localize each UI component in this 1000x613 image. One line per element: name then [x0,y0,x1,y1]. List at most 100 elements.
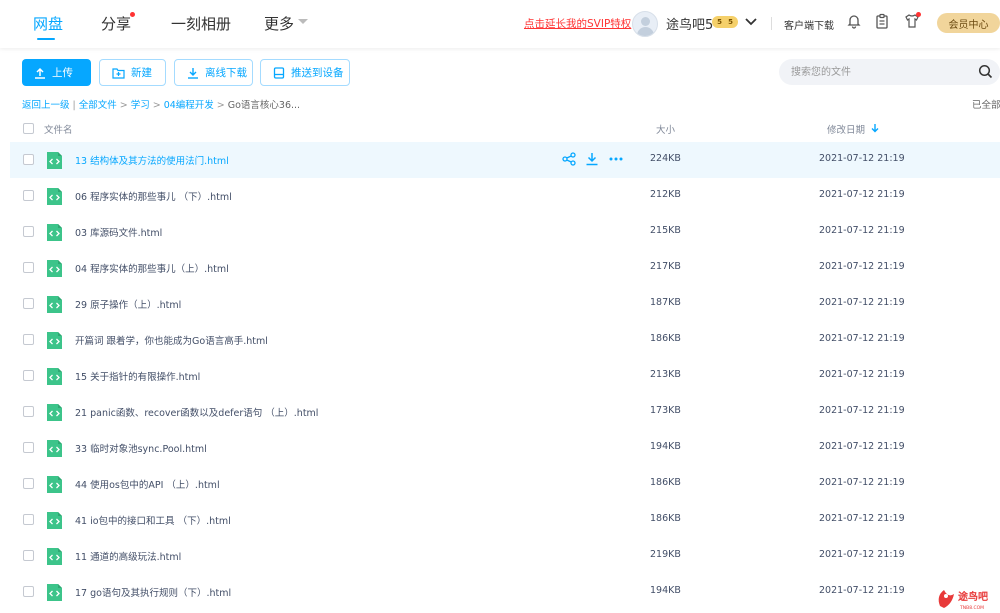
file-name[interactable]: 13 结构体及其方法的使用法门.html [75,153,229,167]
row-actions [562,152,624,166]
share-notification-dot [130,12,135,17]
file-row[interactable]: 04 程序实体的那些事儿（上）.html 217KB 2021-07-12 21:1… [10,250,1000,286]
file-modified-date: 2021-07-12 21:19 [819,585,905,596]
more-options-icon[interactable] [608,152,624,166]
top-nav-bar: 网盘 分享 一刻相册 更多 点击延长我的SVIP特权 途鸟吧5 5 5 客户端下… [0,0,1000,48]
upload-button[interactable]: 上传 [22,59,91,86]
file-size: 186KB [650,477,681,488]
row-checkbox[interactable] [23,334,34,345]
html-file-icon [47,224,62,241]
html-file-icon [47,368,62,385]
file-modified-date: 2021-07-12 21:19 [819,441,905,452]
breadcrumb-category[interactable]: 04编程开发 [164,100,214,111]
nav-tab-album[interactable]: 一刻相册 [171,13,231,34]
file-name[interactable]: 44 使用os包中的API （上）.html [75,477,220,491]
file-modified-date: 2021-07-12 21:19 [819,477,905,488]
search-icon[interactable] [978,64,993,79]
file-modified-date: 2021-07-12 21:19 [819,189,905,200]
file-name[interactable]: 21 panic函数、recover函数以及defer语句 （上）.html [75,405,318,419]
nav-tab-more[interactable]: 更多 [264,13,294,34]
row-checkbox[interactable] [23,190,34,201]
row-checkbox[interactable] [23,370,34,381]
html-file-icon [47,332,62,349]
username[interactable]: 途鸟吧5 [666,14,713,33]
file-row[interactable]: 03 库源码文件.html 215KB 2021-07-12 21:19 [10,214,1000,250]
offline-download-button[interactable]: 离线下载 [174,59,253,86]
breadcrumb: 返回上一级 | 全部文件 > 学习 >04编程开发 > Go语言核心36... [22,100,301,111]
row-checkbox[interactable] [23,226,34,237]
file-name[interactable]: 03 库源码文件.html [75,225,162,239]
new-folder-icon [112,67,125,79]
file-row[interactable]: 06 程序实体的那些事儿 （下）.html 212KB 2021-07-12 21:… [10,178,1000,214]
file-name[interactable]: 开篇词 跟着学，你也能成为Go语言高手.html [75,333,268,347]
file-name[interactable]: 41 io包中的接口和工具 （下）.html [75,513,231,527]
row-checkbox[interactable] [23,298,34,309]
file-row[interactable]: 21 panic函数、recover函数以及defer语句 （上）.html 17… [10,394,1000,430]
row-checkbox[interactable] [23,262,34,273]
html-file-icon [47,440,62,457]
push-to-device-button[interactable]: 推送到设备 [260,59,350,86]
user-avatar[interactable] [632,11,658,37]
file-row[interactable]: 13 结构体及其方法的使用法门.html 224KB 2021-07-12 21:1… [10,142,1000,178]
vip-level-badge: 5 5 [712,16,738,28]
file-modified-date: 2021-07-12 21:19 [819,549,905,560]
file-row[interactable]: 33 临时对象池sync.Pool.html 194KB 2021-07-12 21… [10,430,1000,466]
search-input[interactable] [791,63,971,81]
file-row[interactable]: 44 使用os包中的API （上）.html 186KB 2021-07-12 21… [10,466,1000,502]
row-checkbox[interactable] [23,478,34,489]
member-center-button[interactable]: 会员中心 [937,13,1000,33]
new-folder-button[interactable]: 新建 [99,59,166,86]
row-checkbox[interactable] [23,550,34,561]
nav-tab-share[interactable]: 分享 [101,13,131,34]
row-checkbox[interactable] [23,406,34,417]
select-all-checkbox[interactable] [23,123,34,134]
file-name[interactable]: 29 原子操作（上）.html [75,297,181,311]
clipboard-icon[interactable] [874,13,890,29]
file-name[interactable]: 06 程序实体的那些事儿 （下）.html [75,189,232,203]
file-row[interactable]: 11 通道的高级玩法.html 219KB 2021-07-12 21:19 [10,538,1000,574]
nav-tab-netdisk[interactable]: 网盘 [33,13,63,34]
file-row[interactable]: 15 关于指针的有限操作.html 213KB 2021-07-12 21:19 [10,358,1000,394]
file-row[interactable]: 开篇词 跟着学，你也能成为Go语言高手.html 186KB 2021-07-12 … [10,322,1000,358]
breadcrumb-all-files[interactable]: 全部文件 [79,100,117,111]
row-checkbox[interactable] [23,442,34,453]
file-row[interactable]: 17 go语句及其执行规则（下）.html 194KB 2021-07-12 21:… [10,574,1000,610]
user-menu-chevron-icon[interactable] [744,14,758,28]
file-name[interactable]: 04 程序实体的那些事儿（上）.html [75,261,229,275]
download-icon[interactable] [585,152,599,166]
file-size: 173KB [650,405,681,416]
file-table-header: 文件名 大小 修改日期 [0,116,1000,140]
file-row[interactable]: 29 原子操作（上）.html 187KB 2021-07-12 21:19 [10,286,1000,322]
client-download-link[interactable]: 客户端下载 [784,17,834,32]
breadcrumb-back[interactable]: 返回上一级 [22,100,70,111]
file-name[interactable]: 33 临时对象池sync.Pool.html [75,441,207,455]
device-icon [273,66,285,79]
file-name[interactable]: 15 关于指针的有限操作.html [75,369,200,383]
column-modified-date[interactable]: 修改日期 [827,122,865,136]
column-size[interactable]: 大小 [656,122,675,136]
html-file-icon [47,296,62,313]
file-name[interactable]: 17 go语句及其执行规则（下）.html [75,585,231,599]
file-list: 13 结构体及其方法的使用法门.html 224KB 2021-07-12 21:1… [10,142,1000,610]
html-file-icon [47,476,62,493]
row-checkbox[interactable] [23,514,34,525]
svip-extend-link[interactable]: 点击延长我的SVIP特权 [524,16,631,31]
upload-icon [35,67,45,79]
svg-text:途鸟吧: 途鸟吧 [958,590,988,603]
file-modified-date: 2021-07-12 21:19 [819,405,905,416]
html-file-icon [47,548,62,565]
row-checkbox[interactable] [23,586,34,597]
search-box [779,59,1000,85]
column-filename[interactable]: 文件名 [44,122,73,136]
breadcrumb-study[interactable]: 学习 [131,100,150,111]
file-size: 187KB [650,297,681,308]
file-size: 212KB [650,189,681,200]
file-name[interactable]: 11 通道的高级玩法.html [75,549,181,563]
bell-icon[interactable] [846,13,862,29]
file-size: 219KB [650,549,681,560]
file-row[interactable]: 41 io包中的接口和工具 （下）.html 186KB 2021-07-12 21… [10,502,1000,538]
row-checkbox[interactable] [23,154,34,165]
file-size: 194KB [650,585,681,596]
share-icon[interactable] [562,152,576,166]
sort-desc-arrow-icon[interactable] [871,123,879,133]
